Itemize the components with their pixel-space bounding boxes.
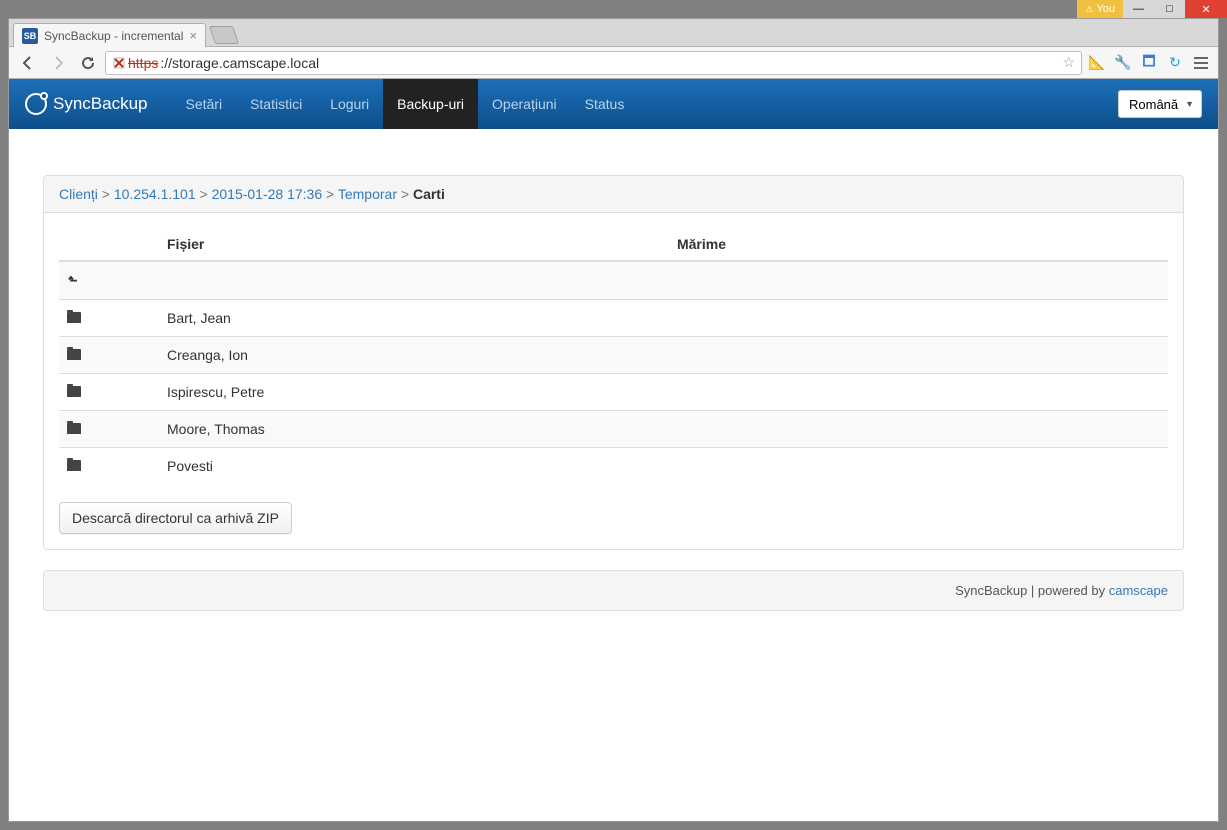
col-size: Mărime xyxy=(669,228,1168,261)
brand-label: SyncBackup xyxy=(53,94,148,114)
browser-menu-button[interactable] xyxy=(1190,52,1212,74)
page-content: SyncBackup Setări Statistici Loguri Back… xyxy=(9,79,1218,821)
user-badge[interactable]: ⚠You xyxy=(1077,0,1123,18)
brand-icon xyxy=(25,93,47,115)
file-size xyxy=(669,411,1168,448)
bookmark-star-icon[interactable]: ☆ xyxy=(1062,54,1075,71)
nav-item-operatiuni[interactable]: Operațiuni xyxy=(478,79,571,129)
extension-icon-2[interactable]: 🔧 xyxy=(1112,52,1134,74)
breadcrumb: Clienți > 10.254.1.101 > 2015-01-28 17:3… xyxy=(44,176,1183,213)
window-titlebar: ⚠You — □ ✕ xyxy=(0,0,1227,18)
window-maximize-button[interactable]: □ xyxy=(1154,0,1185,18)
files-panel: Clienți > 10.254.1.101 > 2015-01-28 17:3… xyxy=(43,175,1184,550)
window-close-button[interactable]: ✕ xyxy=(1185,0,1227,18)
nav-item-statistici[interactable]: Statistici xyxy=(236,79,316,129)
tab-close-button[interactable]: × xyxy=(189,28,197,43)
file-size xyxy=(669,374,1168,411)
window-minimize-button[interactable]: — xyxy=(1123,0,1154,18)
browser-tab[interactable]: SB SyncBackup - incremental × xyxy=(13,23,206,47)
main-nav: Setări Statistici Loguri Backup-uri Oper… xyxy=(172,79,639,129)
file-name: Moore, Thomas xyxy=(159,411,669,448)
tab-title: SyncBackup - incremental xyxy=(44,29,183,43)
breadcrumb-clients[interactable]: Clienți xyxy=(59,186,98,202)
nav-item-setari[interactable]: Setări xyxy=(172,79,237,129)
table-row[interactable]: Creanga, Ion xyxy=(59,337,1168,374)
level-up-icon: ⬑ xyxy=(68,272,77,289)
col-file: Fișier xyxy=(159,228,669,261)
window-frame: ⚠You — □ ✕ SB SyncBackup - incremental × xyxy=(0,0,1227,830)
nav-item-status[interactable]: Status xyxy=(571,79,639,129)
footer: SyncBackup | powered by camscape xyxy=(43,570,1184,611)
warning-icon: ⚠ xyxy=(1085,4,1093,15)
extension-icon-3[interactable]: 🗖 xyxy=(1138,52,1160,74)
folder-icon xyxy=(67,386,81,397)
breadcrumb-ip[interactable]: 10.254.1.101 xyxy=(114,186,196,202)
table-row[interactable]: Ispirescu, Petre xyxy=(59,374,1168,411)
file-name: Creanga, Ion xyxy=(159,337,669,374)
language-select-wrap: Română xyxy=(1118,90,1202,118)
extension-icon-4[interactable]: ↻ xyxy=(1164,52,1186,74)
tab-strip: SB SyncBackup - incremental × xyxy=(9,19,1218,47)
folder-icon xyxy=(67,349,81,360)
file-size xyxy=(669,448,1168,485)
app-brand[interactable]: SyncBackup xyxy=(25,93,148,115)
table-row[interactable]: Povesti xyxy=(59,448,1168,485)
files-table: Fișier Mărime ⬑ xyxy=(59,228,1168,484)
language-select[interactable]: Română xyxy=(1118,90,1202,118)
breadcrumb-current: Carti xyxy=(413,186,445,202)
file-size xyxy=(669,337,1168,374)
file-size xyxy=(669,300,1168,337)
insecure-icon xyxy=(112,56,126,70)
file-name: Ispirescu, Petre xyxy=(159,374,669,411)
browser-toolbar: https://storage.camscape.local ☆ 📐 🔧 🗖 ↻ xyxy=(9,47,1218,79)
reload-button[interactable] xyxy=(75,50,101,76)
nav-item-backupuri[interactable]: Backup-uri xyxy=(383,79,478,129)
parent-dir-row[interactable]: ⬑ xyxy=(59,261,1168,300)
footer-link[interactable]: camscape xyxy=(1109,583,1168,598)
table-row[interactable]: Bart, Jean xyxy=(59,300,1168,337)
nav-item-loguri[interactable]: Loguri xyxy=(316,79,383,129)
forward-button[interactable] xyxy=(45,50,71,76)
table-row[interactable]: Moore, Thomas xyxy=(59,411,1168,448)
back-button[interactable] xyxy=(15,50,41,76)
address-bar[interactable]: https://storage.camscape.local ☆ xyxy=(105,51,1082,75)
panel-body: Fișier Mărime ⬑ xyxy=(44,213,1183,549)
browser-window: SB SyncBackup - incremental × https://st… xyxy=(8,18,1219,822)
user-badge-label: You xyxy=(1096,3,1115,15)
folder-icon xyxy=(67,423,81,434)
new-tab-button[interactable] xyxy=(209,26,239,44)
folder-icon xyxy=(67,460,81,471)
file-name: Povesti xyxy=(159,448,669,485)
footer-text: SyncBackup | powered by xyxy=(955,583,1109,598)
url-text: ://storage.camscape.local xyxy=(160,55,319,71)
download-zip-button[interactable]: Descarcă directorul ca arhivă ZIP xyxy=(59,502,292,534)
breadcrumb-date[interactable]: 2015-01-28 17:36 xyxy=(212,186,323,202)
main-container: Clienți > 10.254.1.101 > 2015-01-28 17:3… xyxy=(9,129,1218,611)
breadcrumb-temporar[interactable]: Temporar xyxy=(338,186,397,202)
folder-icon xyxy=(67,312,81,323)
extension-icon-1[interactable]: 📐 xyxy=(1086,52,1108,74)
app-navbar: SyncBackup Setări Statistici Loguri Back… xyxy=(9,79,1218,129)
file-name: Bart, Jean xyxy=(159,300,669,337)
favicon: SB xyxy=(22,28,38,44)
